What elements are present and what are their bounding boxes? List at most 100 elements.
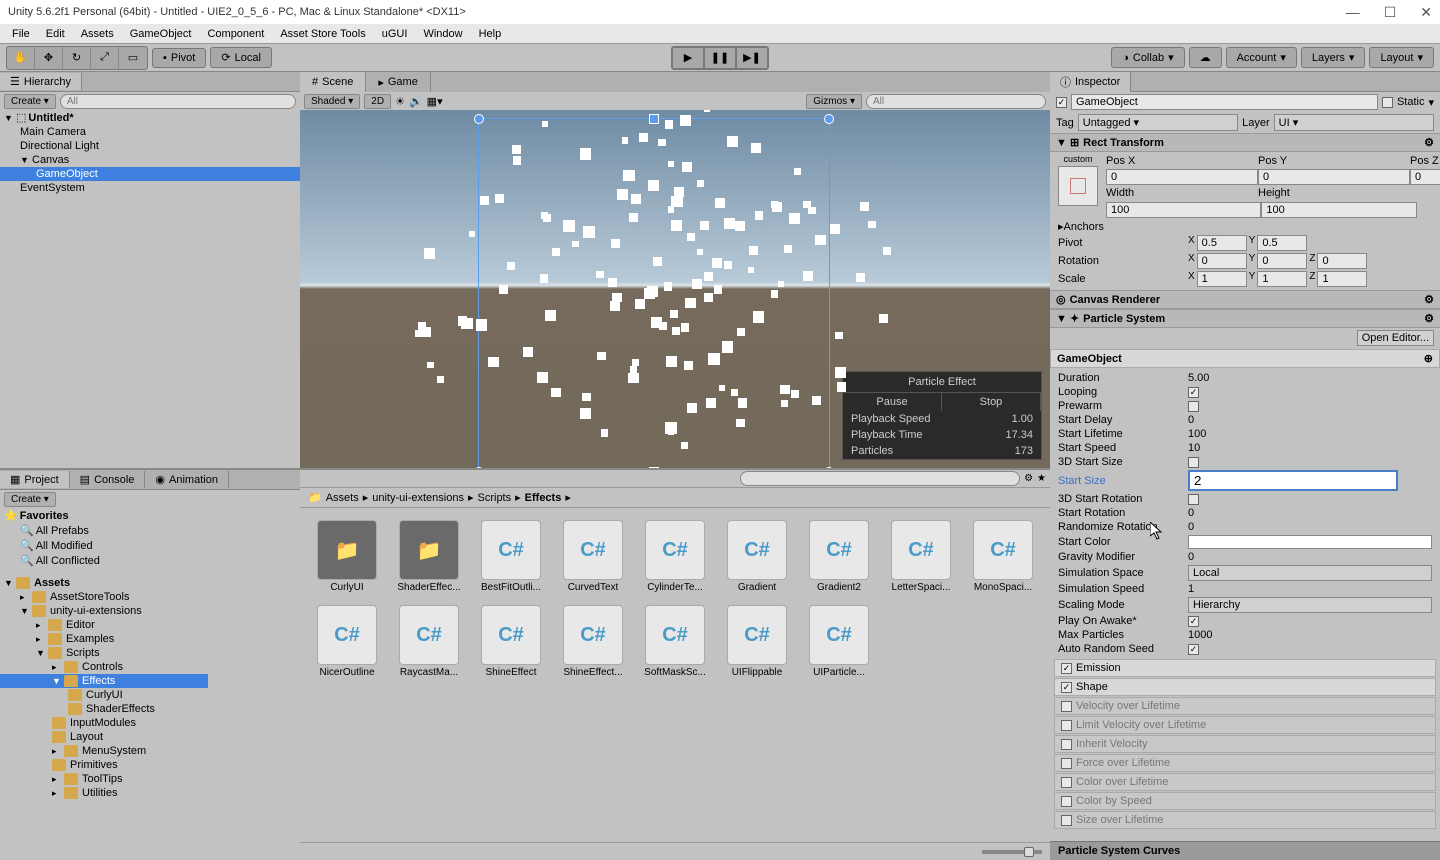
menu-window[interactable]: Window [415,26,470,42]
anchors-foldout[interactable]: ▸ Anchors [1058,219,1432,234]
resize-handle[interactable] [474,114,484,124]
fav-item[interactable]: 🔍 All Modified [0,538,208,553]
particle-curves-footer[interactable]: Particle System Curves [1050,841,1440,860]
open-editor-button[interactable]: Open Editor... [1357,330,1434,346]
local-toggle[interactable]: ⟳Local [210,47,272,68]
anchor-preset[interactable]: custom [1058,154,1098,219]
hierarchy-item[interactable]: EventSystem [0,181,300,195]
pause-button[interactable]: ❚❚ [704,47,736,69]
overlay-stop-button[interactable]: Stop [942,393,1041,411]
hierarchy-scene[interactable]: ▼⬚ Untitled* [0,110,300,125]
ps-checkbox[interactable]: ✓ [1188,387,1199,398]
asset-item[interactable]: C#SoftMaskSc... [640,605,710,678]
scale-x[interactable] [1197,271,1247,287]
fav-item[interactable]: 🔍 All Conflicted [0,553,208,568]
asset-item[interactable]: C#Gradient [722,520,792,593]
collab-button[interactable]: ◑ Collab ▾ [1111,47,1184,68]
hierarchy-item-selected[interactable]: GameObject [0,167,300,181]
scale-y[interactable] [1257,271,1307,287]
ps-dropdown[interactable]: Hierarchy [1188,597,1432,613]
canvas-renderer-header[interactable]: ◎ Canvas Renderer⚙ [1050,290,1440,309]
ps-module[interactable]: ✓Shape [1054,678,1436,696]
active-checkbox[interactable]: ✓ [1056,97,1067,108]
asset-item[interactable]: C#ShineEffect... [558,605,628,678]
ps-dropdown[interactable]: Local [1188,565,1432,581]
asset-item[interactable]: C#Gradient2 [804,520,874,593]
asset-item[interactable]: C#LetterSpaci... [886,520,956,593]
slider-track[interactable] [982,850,1042,854]
asset-item[interactable]: C#BestFitOutli... [476,520,546,593]
layers-button[interactable]: Layers ▾ [1301,47,1366,68]
asset-item[interactable]: C#UIParticle... [804,605,874,678]
favorites-header[interactable]: ⭐ Favorites [0,508,208,523]
tree-folder[interactable]: Layout [0,730,208,744]
light-icon[interactable]: ☀ [395,95,405,108]
play-button[interactable]: ▶ [672,47,704,69]
ps-checkbox[interactable] [1188,457,1199,468]
asset-item[interactable]: C#ShineEffect [476,605,546,678]
asset-item[interactable]: 📁ShaderEffec... [394,520,464,593]
menu-assets[interactable]: Assets [73,26,122,42]
scale-z[interactable] [1317,271,1367,287]
inspector-tab[interactable]: ⓘInspector [1050,72,1131,92]
ps-module[interactable]: Color by Speed [1054,792,1436,810]
fav-item[interactable]: 🔍 All Prefabs [0,523,208,538]
tree-folder[interactable]: ▸Utilities [0,786,208,800]
rect-tool-icon[interactable]: ▭ [119,47,147,69]
pivot-toggle[interactable]: ▪Pivot [152,48,206,68]
tree-folder[interactable]: ▸Editor [0,618,208,632]
tag-dropdown[interactable]: Untagged ▾ [1078,114,1238,131]
asset-search[interactable] [740,471,1020,486]
ps-checkbox[interactable]: ✓ [1188,644,1199,655]
ps-checkbox[interactable] [1188,494,1199,505]
console-tab[interactable]: ▤Console [70,471,146,488]
hierarchy-item[interactable]: ▼Canvas [0,153,300,167]
rot-z[interactable] [1317,253,1367,269]
breadcrumb-item[interactable]: Assets [326,492,359,504]
shaded-dropdown[interactable]: Shaded ▾ [304,94,360,109]
cloud-button[interactable]: ☁ [1189,47,1222,68]
ps-module[interactable]: Limit Velocity over Lifetime [1054,716,1436,734]
ps-module[interactable]: Force over Lifetime [1054,754,1436,772]
gizmos-dropdown[interactable]: Gizmos ▾ [806,94,862,109]
rotate-tool-icon[interactable]: ↻ [63,47,91,69]
ps-module[interactable]: Inherit Velocity [1054,735,1436,753]
tree-folder[interactable]: ▸MenuSystem [0,744,208,758]
resize-handle[interactable] [649,467,659,468]
posy-input[interactable] [1258,169,1410,185]
tree-folder[interactable]: ▼Scripts [0,646,208,660]
asset-item[interactable]: C#MonoSpaci... [968,520,1038,593]
asset-item[interactable]: C#UIFlippable [722,605,792,678]
particle-system-header[interactable]: ▼ ✦ Particle System⚙ [1050,309,1440,328]
rot-y[interactable] [1257,253,1307,269]
fx-icon[interactable]: ▦▾ [427,95,443,108]
tree-folder[interactable]: ▸Controls [0,660,208,674]
filter-icon[interactable]: ⚙ [1024,473,1033,484]
minimize-icon[interactable]: — [1346,4,1360,21]
tree-folder[interactable]: ▸ToolTips [0,772,208,786]
menu-component[interactable]: Component [199,26,272,42]
menu-edit[interactable]: Edit [38,26,73,42]
hierarchy-tab[interactable]: ☰Hierarchy [0,72,300,92]
hierarchy-item[interactable]: Main Camera [0,125,300,139]
fav-filter-icon[interactable]: ★ [1037,473,1046,484]
ps-checkbox[interactable] [1188,401,1199,412]
animation-tab[interactable]: ◉Animation [145,471,229,488]
close-icon[interactable]: ✕ [1420,4,1432,21]
start-size-input[interactable] [1188,470,1398,491]
tree-folder-selected[interactable]: ▼Effects [0,674,208,688]
breadcrumb-item[interactable]: unity-ui-extensions [372,492,464,504]
asset-item[interactable]: 📁CurlyUI [312,520,382,593]
pivot-x[interactable] [1197,235,1247,251]
ps-module[interactable]: Size over Lifetime [1054,811,1436,829]
start-color[interactable] [1188,535,1432,549]
tree-folder[interactable]: ▸AssetStoreTools [0,590,208,604]
posz-input[interactable] [1410,169,1440,185]
tree-folder[interactable]: ▸Examples [0,632,208,646]
hand-tool-icon[interactable]: ✋ [7,47,35,69]
static-checkbox[interactable] [1382,97,1393,108]
hierarchy-search[interactable] [60,94,296,109]
game-tab[interactable]: ▸ Game [366,72,431,92]
ps-main-module[interactable]: GameObject⊕ [1050,349,1440,368]
move-tool-icon[interactable]: ✥ [35,47,63,69]
